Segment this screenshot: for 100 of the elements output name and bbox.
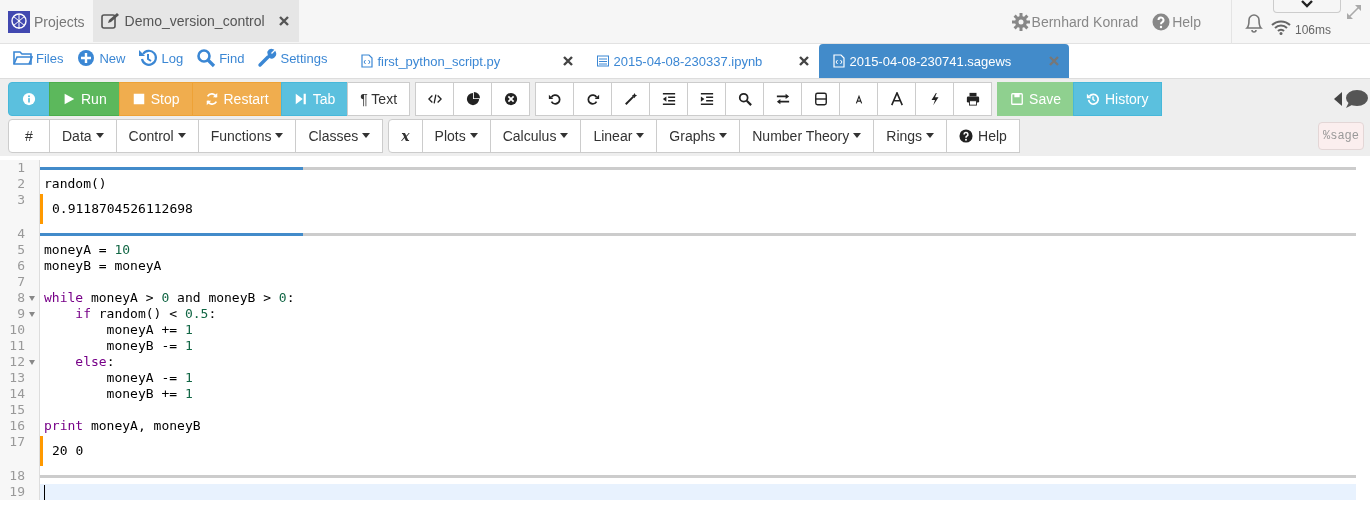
line-number: 1 [17, 160, 25, 176]
file-name: 2015-04-08-230741.sagews [849, 53, 1013, 69]
menu-button[interactable]: Data [49, 118, 117, 153]
caret-down-icon [926, 133, 935, 138]
logo-icon[interactable] [8, 10, 30, 33]
toolbar-button[interactable] [535, 81, 575, 116]
toolbar-button[interactable] [953, 81, 993, 116]
line-number: 18 [9, 468, 25, 484]
toolbar-text-button[interactable]: Run [49, 81, 120, 116]
code-line: if random() < 0.5: [74, 306, 217, 322]
outdent-icon [661, 91, 676, 106]
toolbar-button[interactable] [573, 81, 613, 116]
toolbar-button[interactable] [725, 81, 765, 116]
caret-down-icon [560, 133, 569, 138]
toolbar-text-button[interactable]: ¶ Text [347, 81, 411, 116]
menu-button[interactable]: Control [115, 118, 199, 153]
magic-wand-icon [623, 91, 638, 106]
play-icon [62, 91, 76, 106]
toolbar-button[interactable] [453, 81, 493, 116]
code-file-icon [361, 54, 374, 68]
toolbar-button[interactable] [649, 81, 689, 116]
close-circle-icon [503, 91, 518, 106]
menu-button[interactable]: Plots [421, 118, 491, 153]
line-number: 14 [9, 386, 25, 402]
history-icon [1085, 91, 1100, 106]
line-number: 2 [17, 176, 25, 192]
menu-button[interactable]: Calculus [489, 118, 582, 153]
line-number: 6 [17, 258, 25, 274]
chat-icon[interactable] [1344, 88, 1368, 109]
settings-icon[interactable] [1011, 12, 1030, 31]
large-font-icon [889, 91, 904, 106]
line-number: 12 [9, 354, 25, 370]
toolbar-button[interactable] [801, 81, 841, 116]
menu-button[interactable]: Graphs [656, 118, 741, 153]
line-number: 8 [17, 290, 25, 306]
file-tab[interactable]: first_python_script.py [347, 44, 584, 78]
mode-badge: %sage [1318, 121, 1364, 150]
ping-time: 106ms [1295, 23, 1331, 37]
caret-down-icon [275, 133, 284, 138]
toolbar-button[interactable] [877, 81, 917, 116]
toolbar-button[interactable] [687, 81, 727, 116]
line-number: 11 [9, 338, 25, 354]
menu-button[interactable]: Linear [580, 118, 658, 153]
chevron-down-icon [1301, 0, 1313, 8]
nav-link[interactable]: Find [196, 45, 245, 78]
undo-icon [547, 91, 562, 106]
toolbar-button[interactable] [491, 81, 531, 116]
pie-chart-icon [465, 91, 480, 106]
split-icon [813, 91, 828, 106]
file-tab[interactable]: 2015-04-08-230741.sagews [819, 44, 1070, 78]
line-number: 3 [17, 192, 25, 208]
line-number: 7 [17, 274, 25, 290]
code-line: print moneyA, moneyB [43, 418, 201, 434]
projects-link[interactable]: Projects [34, 13, 85, 30]
caret-down-icon [362, 133, 371, 138]
line-number: 16 [9, 418, 25, 434]
project-tab[interactable]: Demo_version_control [92, 0, 299, 42]
info-icon [22, 91, 36, 106]
caret-down-icon [95, 133, 104, 138]
line-number: 13 [9, 370, 25, 386]
refresh-icon [204, 91, 219, 106]
line-number: 10 [9, 322, 25, 338]
line-number: 4 [17, 226, 25, 242]
close-icon[interactable] [563, 56, 574, 66]
wrench-icon [257, 48, 278, 68]
search-icon [196, 48, 217, 68]
toolbar-button[interactable] [611, 81, 651, 116]
code-line: else: [74, 354, 115, 370]
user-name[interactable]: Bernhard Konrad [1031, 13, 1139, 30]
code-file-icon [833, 54, 846, 68]
menu-button[interactable]: x [388, 118, 423, 153]
nav-link[interactable]: Settings [257, 45, 328, 78]
fold-arrow-icon[interactable] [29, 360, 35, 365]
close-icon[interactable] [799, 56, 810, 66]
close-icon[interactable] [278, 16, 289, 26]
menu-button[interactable]: # [8, 118, 50, 153]
dropdown-tab[interactable] [1273, 0, 1341, 13]
print-icon [965, 91, 980, 106]
wifi-icon [1271, 19, 1291, 35]
nav-link[interactable]: Files [13, 45, 64, 78]
help-icon[interactable] [1152, 12, 1171, 31]
menu-button[interactable]: Rings [873, 118, 948, 153]
fold-arrow-icon[interactable] [29, 312, 35, 317]
menu-button[interactable]: Help [946, 118, 1020, 153]
file-tab[interactable]: 2015-04-08-230337.ipynb [583, 44, 820, 78]
caret-left-icon[interactable] [1334, 91, 1342, 106]
fold-arrow-icon[interactable] [29, 296, 35, 301]
file-name: first_python_script.py [377, 53, 502, 69]
toolbar-button[interactable] [763, 81, 803, 116]
code-line: moneyB -= 1 [105, 338, 193, 354]
list-icon [597, 54, 610, 68]
line-number: 5 [17, 242, 25, 258]
menu-button[interactable]: Classes [295, 118, 384, 153]
save-icon [1010, 91, 1025, 106]
menu-button[interactable]: Number Theory [739, 118, 875, 153]
menu-button[interactable]: Functions [197, 118, 297, 153]
help-link[interactable]: Help [1172, 13, 1201, 30]
nav-link[interactable]: Log [138, 45, 184, 78]
nav-link[interactable]: New [76, 45, 126, 78]
stop-icon [131, 91, 146, 106]
